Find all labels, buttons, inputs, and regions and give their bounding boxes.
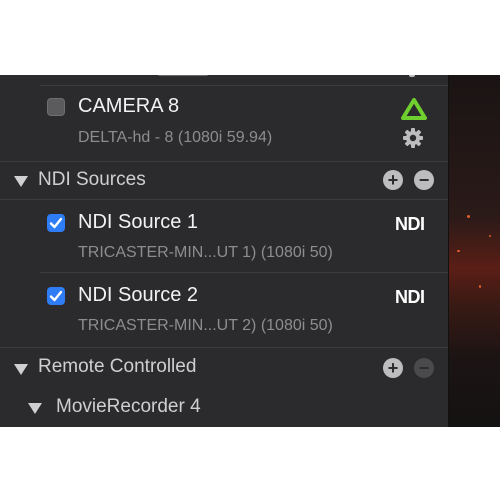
add-ndi-source-button[interactable]: + bbox=[383, 170, 403, 190]
ndi-source-2-detail: TRICASTER-MIN...UT 2) (1080i 50) bbox=[78, 317, 333, 334]
ndi-badge-icon: NDI bbox=[395, 287, 425, 307]
disclosure-triangle-icon[interactable] bbox=[28, 403, 42, 414]
checkmark-icon bbox=[49, 290, 63, 302]
remote-section-title: Remote Controlled bbox=[38, 356, 197, 377]
checkmark-icon bbox=[49, 217, 63, 229]
ndi-section-title: NDI Sources bbox=[38, 169, 146, 190]
preview-glint bbox=[489, 235, 491, 237]
gear-icon[interactable] bbox=[402, 127, 424, 149]
separator bbox=[0, 199, 448, 200]
ndi-source-1-detail: TRICASTER-MIN...UT 1) (1080i 50) bbox=[78, 244, 333, 261]
partial-row-indicator bbox=[158, 75, 208, 76]
disclosure-triangle-icon[interactable] bbox=[14, 364, 28, 375]
remove-ndi-source-button[interactable]: − bbox=[414, 170, 434, 190]
preview-glint bbox=[457, 250, 460, 252]
separator bbox=[40, 85, 448, 86]
preview-glint bbox=[467, 215, 470, 218]
remove-remote-button: − bbox=[414, 358, 434, 378]
add-remote-button[interactable]: + bbox=[383, 358, 403, 378]
delta-icon bbox=[401, 98, 427, 120]
preview-glint bbox=[479, 285, 481, 288]
camera-name: CAMERA 8 bbox=[78, 95, 180, 117]
camera-detail: DELTA-hd - 8 (1080i 59.94) bbox=[78, 129, 273, 146]
ndi-source-2-name: NDI Source 2 bbox=[78, 284, 199, 306]
ndi-source-2-checkbox[interactable] bbox=[47, 287, 65, 305]
partial-gear-icon bbox=[409, 75, 415, 77]
remote-item-name: MovieRecorder 4 bbox=[56, 396, 201, 417]
ndi-source-1-checkbox[interactable] bbox=[47, 214, 65, 232]
ndi-source-1-name: NDI Source 1 bbox=[78, 211, 199, 233]
preview-strip bbox=[448, 75, 500, 427]
separator bbox=[0, 161, 448, 162]
camera-checkbox[interactable] bbox=[47, 98, 65, 116]
ndi-badge-icon: NDI bbox=[395, 214, 425, 234]
disclosure-triangle-icon[interactable] bbox=[14, 176, 28, 187]
sources-panel: CAMERA 8 DELTA-hd - 8 (1080i 59.94) NDI … bbox=[0, 75, 448, 427]
separator bbox=[0, 347, 448, 348]
separator bbox=[40, 272, 448, 273]
